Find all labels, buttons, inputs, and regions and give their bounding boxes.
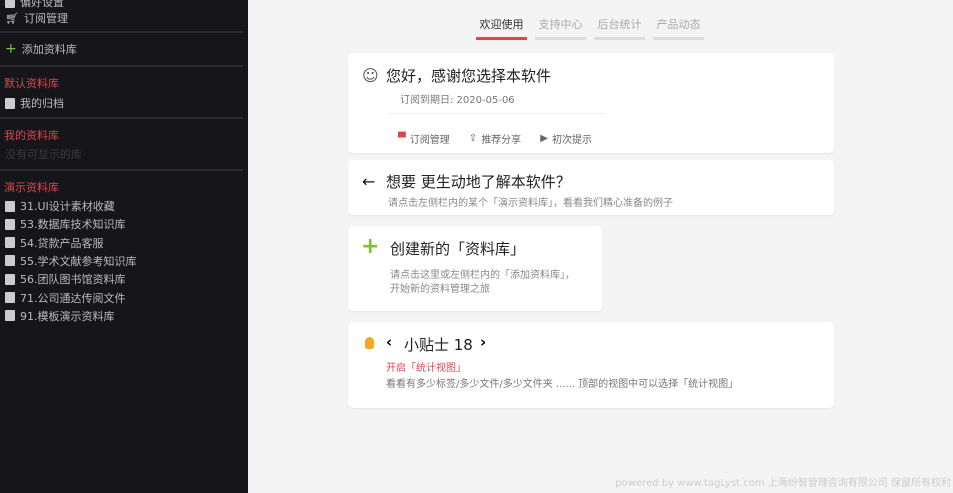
create-desc-2: 开始新的资料管理之旅 <box>390 284 490 295</box>
sidebar-item-demo-library[interactable]: 53.数据库技术知识库 <box>5 216 126 232</box>
book-icon <box>5 97 15 109</box>
create-library-card[interactable]: + 创建新的「资料库」 请点击这里或左侧栏内的「添加资料库」， 开始新的资料管理… <box>348 226 602 311</box>
label: 偏好设置 <box>20 0 64 9</box>
main-panel: 欢迎使用 支持中心 后台统计 产品动态 ☺ 您好，感谢您选择本软件 订阅到期日:… <box>248 0 953 493</box>
section-default: 默认资料库 <box>4 77 59 90</box>
welcome-title: 您好，感谢您选择本软件 <box>386 67 552 85</box>
create-title: 创建新的「资料库」 <box>390 240 526 258</box>
arrow-left-icon: ← <box>362 172 376 191</box>
cart-icon: 🛒︎ <box>5 11 19 25</box>
cart-icon: ▀ <box>398 133 406 144</box>
tab-bar: 欢迎使用 支持中心 后台统计 产品动态 <box>476 16 704 40</box>
sidebar-item-demo-library[interactable]: 55.学术文献参考知识库 <box>5 253 137 269</box>
empty-text: 没有可显示的库 <box>5 148 82 161</box>
label: 56.团队图书馆资料库 <box>20 273 126 287</box>
footer-copyright: powered by www.tagLyst.com 上海纷智管理咨询有限公司 … <box>615 478 951 489</box>
tab-welcome[interactable]: 欢迎使用 <box>476 16 527 40</box>
expiry-date: 订阅到期日: 2020-05-06 <box>400 95 515 106</box>
sidebar-item-demo-library[interactable]: 31.UI设计素材收藏 <box>5 198 115 214</box>
sidebar-item-my-archive[interactable]: 我的归档 <box>5 95 64 111</box>
share-icon: ⇪ <box>468 133 478 144</box>
sidebar-item-demo-library[interactable]: 91.模板演示资料库 <box>5 308 115 324</box>
share-link[interactable]: ⇪ 推荐分享 <box>469 131 521 146</box>
tip-title: 小贴士 18 <box>404 336 473 354</box>
smile-icon: ☺ <box>362 66 379 85</box>
label: 55.学术文献参考知识库 <box>20 254 137 268</box>
section-demo: 演示资料库 <box>4 181 59 194</box>
create-desc: 请点击这里或左侧栏内的「添加资料库」， <box>390 270 575 281</box>
book-icon <box>5 292 15 303</box>
label: 我的归档 <box>20 97 64 110</box>
sidebar-item-demo-library[interactable]: 71.公司通达传阅文件 <box>5 290 126 306</box>
label: 订阅管理 <box>23 12 68 25</box>
tab-news[interactable]: 产品动态 <box>653 16 704 40</box>
sidebar-item-preferences[interactable]: 偏好设置 <box>5 0 64 10</box>
tip-heading: 开启「统计视图」 <box>386 363 466 374</box>
gear-icon <box>5 0 15 8</box>
label: 初次提示 <box>551 135 592 146</box>
divider <box>0 169 243 171</box>
sidebar-item-demo-library[interactable]: 54.贷款产品客服 <box>5 235 104 251</box>
next-tip-button[interactable]: › <box>480 333 486 351</box>
welcome-card: ☺ 您好，感谢您选择本软件 订阅到期日: 2020-05-06 ▀ 订阅管理 ⇪ 推… <box>348 53 834 153</box>
learn-title: 想要 更生动地了解本软件？ <box>386 173 571 191</box>
plus-icon: + <box>361 234 380 259</box>
tip-card: ‹ 小贴士 18 › 开启「统计视图」 看看有多少标签/多少文件/多少文件夹 .… <box>348 322 834 408</box>
sidebar-item-add-library[interactable]: + 添加资料库 <box>5 41 77 57</box>
divider <box>0 117 243 119</box>
prev-tip-button[interactable]: ‹ <box>386 333 392 351</box>
label: 推荐分享 <box>481 135 522 146</box>
subscription-link[interactable]: ▀ 订阅管理 <box>398 131 450 146</box>
tab-support[interactable]: 支持中心 <box>535 16 586 40</box>
book-icon <box>5 310 15 322</box>
label: 71.公司通达传阅文件 <box>20 291 126 305</box>
label: 31.UI设计素材收藏 <box>20 200 115 213</box>
sidebar-item-demo-library[interactable]: 56.团队图书馆资料库 <box>5 271 126 287</box>
divider <box>0 65 243 67</box>
sidebar-item-subscription[interactable]: 🛒︎ 订阅管理 <box>5 10 68 26</box>
divider <box>388 113 606 114</box>
play-icon: ▶ <box>540 133 548 144</box>
divider <box>0 31 243 33</box>
tip-desc: 看看有多少标签/多少文件/多少文件夹 ...... 顶部的视图中可以选择「统计视… <box>386 379 739 390</box>
section-my: 我的资料库 <box>4 129 59 142</box>
lightbulb-icon <box>365 337 374 349</box>
book-icon <box>5 255 15 267</box>
sidebar: 偏好设置 🛒︎ 订阅管理 + 添加资料库 默认资料库 我的归档 我的资料库 没有可显… <box>0 0 248 493</box>
label: 54.贷款产品客服 <box>20 236 104 250</box>
first-tips-link[interactable]: ▶ 初次提示 <box>540 131 592 146</box>
book-icon <box>5 273 15 285</box>
plus-icon: + <box>5 41 17 57</box>
label: 订阅管理 <box>409 135 450 146</box>
label: 53.数据库技术知识库 <box>20 218 126 232</box>
book-icon <box>5 218 15 230</box>
label: 添加资料库 <box>21 43 77 56</box>
book-icon <box>5 200 15 212</box>
label: 91.模板演示资料库 <box>20 309 115 323</box>
book-icon <box>5 237 15 249</box>
tab-statistics[interactable]: 后台统计 <box>594 16 645 40</box>
learn-card[interactable]: ← 想要 更生动地了解本软件？ 请点击左侧栏内的某个「演示资料库」，看看我们精心… <box>348 160 834 215</box>
learn-desc: 请点击左侧栏内的某个「演示资料库」，看看我们精心准备的例子 <box>388 198 673 209</box>
